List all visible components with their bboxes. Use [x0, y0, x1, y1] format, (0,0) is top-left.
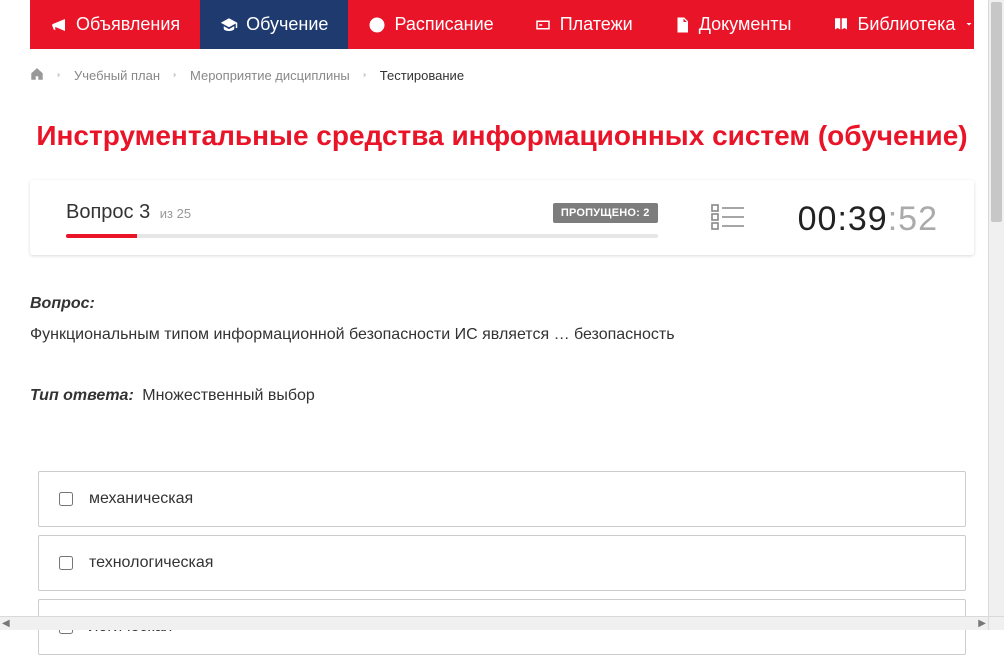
answer-type-label: Тип ответа:	[30, 387, 134, 404]
skipped-count: 2	[643, 207, 649, 219]
breadcrumb: Учебный план Мероприятие дисциплины Тест…	[30, 49, 974, 102]
skipped-badge[interactable]: ПРОПУЩЕНО: 2	[553, 203, 658, 223]
question-list-icon	[711, 203, 745, 236]
nav-education[interactable]: Обучение	[200, 0, 348, 49]
nav-payments[interactable]: Платежи	[514, 0, 653, 49]
nav-schedule[interactable]: Расписание	[348, 0, 513, 49]
skipped-label: ПРОПУЩЕНО:	[561, 207, 640, 219]
question-label: Вопрос:	[30, 295, 974, 313]
question-text: Функциональным типом информационной безо…	[30, 323, 974, 347]
scroll-right-icon[interactable]: ▶	[978, 618, 986, 629]
chevron-down-icon	[963, 14, 975, 35]
document-icon	[673, 16, 691, 34]
nav-label: Обучение	[246, 14, 328, 35]
vertical-scroll-thumb[interactable]	[991, 2, 1002, 222]
question-body: Вопрос: Функциональным типом информацион…	[30, 295, 974, 471]
page-title: Инструментальные средства информационных…	[30, 120, 974, 152]
answer-option[interactable]: технологическая	[38, 535, 966, 591]
nav-label: Документы	[699, 14, 792, 35]
scroll-corner	[988, 616, 1004, 630]
question-current-number: 3	[139, 201, 150, 223]
progress-bar	[66, 234, 658, 238]
progress-bar-fill	[66, 234, 137, 238]
chevron-right-icon	[360, 68, 370, 83]
timer-minutes: 00	[798, 200, 838, 238]
question-label-prefix: Вопрос	[66, 201, 134, 223]
horizontal-scrollbar[interactable]: ◀ ▶	[0, 616, 988, 630]
payment-icon	[534, 16, 552, 34]
nav-label: Расписание	[394, 14, 493, 35]
question-total: 25	[177, 206, 191, 221]
question-progress-block: Вопрос 3 из 25 ПРОПУЩЕНО: 2	[66, 201, 658, 238]
home-icon[interactable]	[30, 67, 44, 84]
nav-documents[interactable]: Документы	[653, 0, 812, 49]
book-icon	[832, 16, 850, 34]
chevron-right-icon	[170, 68, 180, 83]
breadcrumb-study-plan[interactable]: Учебный план	[74, 68, 160, 83]
graduation-cap-icon	[220, 16, 238, 34]
clock-icon	[368, 16, 386, 34]
breadcrumb-event[interactable]: Мероприятие дисциплины	[190, 68, 350, 83]
question-counter: Вопрос 3 из 25	[66, 201, 191, 224]
answer-type-value: Множественный выбор	[142, 387, 315, 404]
scroll-left-icon[interactable]: ◀	[2, 618, 10, 629]
timer-main: 39	[848, 200, 888, 238]
nav-label: Библиотека	[858, 14, 956, 35]
question-of-prefix: из	[160, 206, 173, 221]
breadcrumb-testing: Тестирование	[380, 68, 464, 83]
vertical-scrollbar[interactable]	[988, 0, 1004, 616]
nav-label: Объявления	[76, 14, 180, 35]
megaphone-icon	[50, 16, 68, 34]
nav-library[interactable]: Библиотека	[812, 0, 996, 49]
answer-type-row: Тип ответа: Множественный выбор	[30, 387, 974, 405]
timer: 00:39:52	[798, 200, 938, 239]
answer-checkbox[interactable]	[59, 556, 73, 570]
question-list-button[interactable]	[688, 203, 768, 236]
nav-announcements[interactable]: Объявления	[30, 0, 200, 49]
answer-checkbox[interactable]	[59, 492, 73, 506]
answer-label: механическая	[89, 490, 193, 508]
nav-label: Платежи	[560, 14, 633, 35]
main-navbar: Объявления Обучение Расписание Платежи Д…	[30, 0, 974, 49]
chevron-right-icon	[54, 68, 64, 83]
timer-seconds: 52	[898, 200, 938, 238]
answer-label: технологическая	[89, 554, 213, 572]
answer-option[interactable]: механическая	[38, 471, 966, 527]
question-header-card: Вопрос 3 из 25 ПРОПУЩЕНО: 2	[30, 180, 974, 255]
